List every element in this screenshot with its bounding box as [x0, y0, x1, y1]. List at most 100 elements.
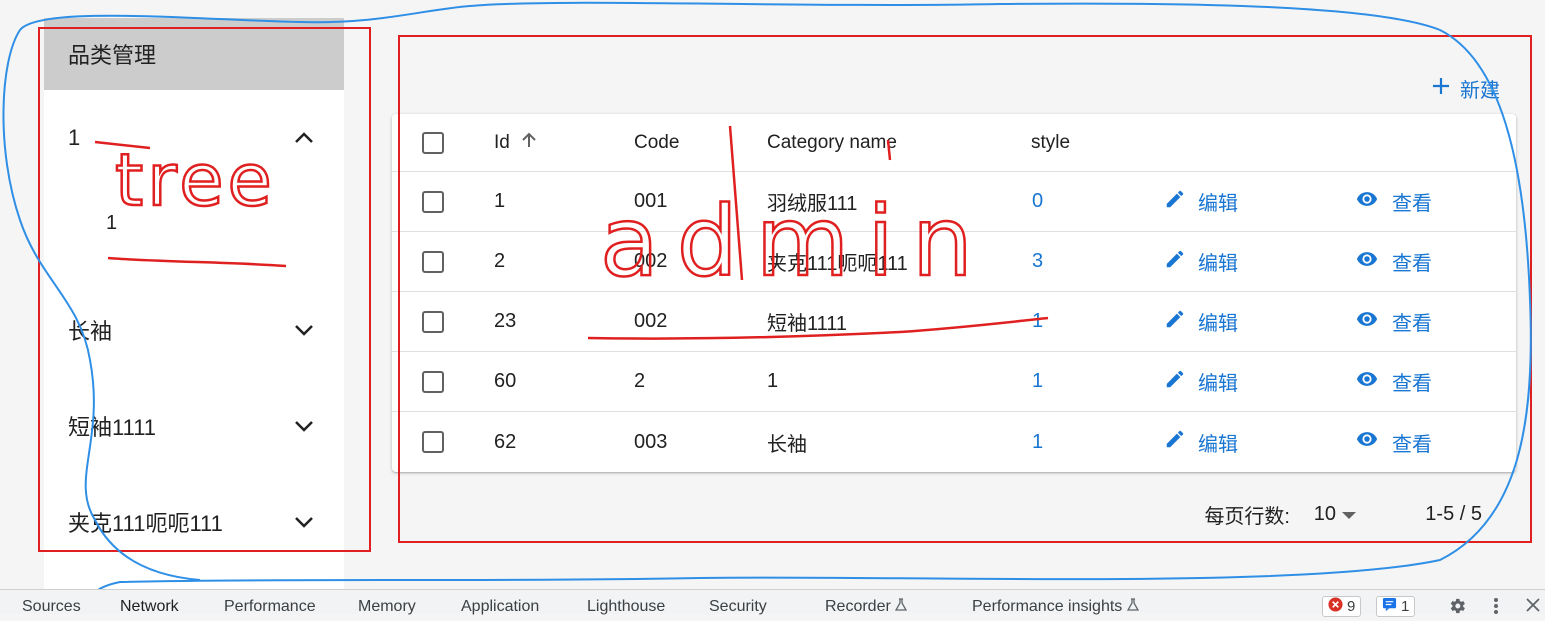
- table-row[interactable]: 1 001 羽绒服111 0 编辑 查看: [392, 172, 1516, 232]
- tree-child-node[interactable]: 1: [106, 212, 117, 235]
- cell-id: 60: [494, 370, 517, 392]
- column-header-category-name[interactable]: Category name: [767, 114, 897, 171]
- cell-id: 2: [494, 250, 506, 272]
- row-checkbox[interactable]: [422, 250, 444, 273]
- devtools-tab-recorder[interactable]: Recorder: [825, 598, 908, 616]
- row-checkbox[interactable]: [422, 190, 444, 213]
- eye-icon: [1354, 428, 1380, 456]
- cell-id: 23: [494, 310, 517, 332]
- cell-code: 001: [634, 190, 668, 212]
- devtools-tab-performance-insights[interactable]: Performance insights: [972, 598, 1139, 616]
- flask-icon: [1126, 598, 1139, 615]
- devtools-tab-performance[interactable]: Performance: [224, 598, 316, 616]
- eye-icon: [1354, 308, 1380, 336]
- select-all-checkbox[interactable]: [422, 131, 444, 154]
- column-header-code[interactable]: Code: [634, 114, 679, 171]
- edit-button[interactable]: 编辑: [1164, 187, 1238, 216]
- plus-icon: [1432, 77, 1450, 101]
- eye-icon: [1354, 368, 1380, 396]
- cell-style-link[interactable]: 0: [1032, 172, 1043, 231]
- eye-icon: [1354, 248, 1380, 276]
- devtools-tab-sources[interactable]: Sources: [22, 598, 81, 616]
- view-button[interactable]: 查看: [1354, 428, 1432, 457]
- cell-category-name: 长袖: [767, 433, 807, 456]
- arrow-up-icon: [520, 131, 538, 155]
- cell-style-link[interactable]: 3: [1032, 232, 1043, 291]
- flask-icon: [895, 598, 908, 615]
- tree-node-1[interactable]: 1: [44, 118, 344, 158]
- cell-style-link[interactable]: 1: [1032, 412, 1043, 472]
- column-header-id[interactable]: Id: [494, 114, 538, 171]
- view-button[interactable]: 查看: [1354, 187, 1432, 216]
- pencil-icon: [1164, 188, 1186, 216]
- chevron-down-icon[interactable]: [284, 502, 324, 542]
- view-button[interactable]: 查看: [1354, 367, 1432, 396]
- cell-style-link[interactable]: 1: [1032, 352, 1043, 411]
- row-checkbox[interactable]: [422, 370, 444, 393]
- pencil-icon: [1164, 308, 1186, 336]
- tree-node-jacket[interactable]: 夹克111呃呃111: [44, 502, 344, 542]
- edit-button[interactable]: 编辑: [1164, 307, 1238, 336]
- more-vert-icon[interactable]: [1492, 597, 1500, 620]
- pencil-icon: [1164, 248, 1186, 276]
- edit-button[interactable]: 编辑: [1164, 247, 1238, 276]
- table-row[interactable]: 60 2 1 1 编辑 查看: [392, 352, 1516, 412]
- edit-button-label: 编辑: [1198, 313, 1238, 335]
- rows-per-page-label: 每页行数:: [1204, 505, 1290, 528]
- chevron-up-icon[interactable]: [284, 118, 324, 158]
- devtools-tab-memory[interactable]: Memory: [358, 598, 416, 616]
- edit-button-label: 编辑: [1198, 253, 1238, 275]
- tree-node-label: 短袖1111: [68, 415, 157, 440]
- message-icon: [1382, 597, 1397, 616]
- tree-node-label: 夹克111呃呃111: [68, 511, 223, 536]
- cell-code: 003: [634, 430, 668, 453]
- table-row[interactable]: 23 002 短袖1111 1 编辑 查看: [392, 292, 1516, 352]
- edit-button[interactable]: 编辑: [1164, 367, 1238, 396]
- cell-category-name: 羽绒服111: [767, 193, 858, 215]
- tree-node-long-sleeve[interactable]: 长袖: [44, 310, 344, 350]
- edit-button[interactable]: 编辑: [1164, 428, 1238, 457]
- view-button[interactable]: 查看: [1354, 247, 1432, 276]
- devtools-tab-label: Recorder: [825, 598, 891, 615]
- data-table: Id Code Category name style 1 001 羽绒服111…: [392, 114, 1516, 472]
- pencil-icon: [1164, 428, 1186, 456]
- close-icon[interactable]: [1526, 598, 1540, 617]
- rows-per-page-value: 10: [1313, 502, 1336, 525]
- view-button[interactable]: 查看: [1354, 307, 1432, 336]
- edit-button-label: 编辑: [1198, 433, 1238, 456]
- create-button-label: 新建: [1460, 80, 1500, 102]
- column-header-label: Id: [494, 131, 510, 153]
- cell-category-name: 短袖1111: [767, 313, 848, 335]
- rows-per-page-select[interactable]: 10: [1314, 503, 1356, 526]
- cell-code: 002: [634, 250, 668, 272]
- view-button-label: 查看: [1392, 433, 1432, 456]
- tree-node-label: 1: [68, 125, 81, 150]
- devtools-tab-security[interactable]: Security: [709, 598, 767, 616]
- pagination-range: 1-5 / 5: [1425, 502, 1482, 525]
- cell-id: 62: [494, 430, 517, 453]
- category-tree-sidebar: 品类管理 1 1 长袖 短袖1111 夹克111呃呃111: [44, 18, 344, 590]
- table-row[interactable]: 2 002 夹克111呃呃111 3 编辑 查看: [392, 232, 1516, 292]
- caret-down-icon: [1342, 503, 1356, 526]
- edit-button-label: 编辑: [1198, 193, 1238, 215]
- tree-node-short-sleeve[interactable]: 短袖1111: [44, 406, 344, 446]
- cell-code: 2: [634, 370, 646, 392]
- devtools-tab-network[interactable]: Network: [120, 598, 179, 616]
- column-header-style[interactable]: style: [1031, 114, 1070, 171]
- pencil-icon: [1164, 368, 1186, 396]
- chevron-down-icon[interactable]: [284, 406, 324, 446]
- row-checkbox[interactable]: [422, 431, 444, 453]
- error-icon: [1328, 597, 1343, 616]
- devtools-tab-application[interactable]: Application: [461, 598, 539, 616]
- cell-style-link[interactable]: 1: [1032, 292, 1043, 351]
- gear-icon[interactable]: [1446, 596, 1468, 621]
- pagination: 每页行数: 10 1-5 / 5: [392, 496, 1516, 532]
- view-button-label: 查看: [1392, 193, 1432, 215]
- table-row[interactable]: 62 003 长袖 1 编辑 查看: [392, 412, 1516, 472]
- devtools-tab-lighthouse[interactable]: Lighthouse: [587, 598, 665, 616]
- chevron-down-icon[interactable]: [284, 310, 324, 350]
- devtools-tab-label: Performance insights: [972, 598, 1123, 615]
- create-button[interactable]: 新建: [1432, 74, 1500, 103]
- message-count: 1: [1401, 598, 1410, 615]
- row-checkbox[interactable]: [422, 310, 444, 333]
